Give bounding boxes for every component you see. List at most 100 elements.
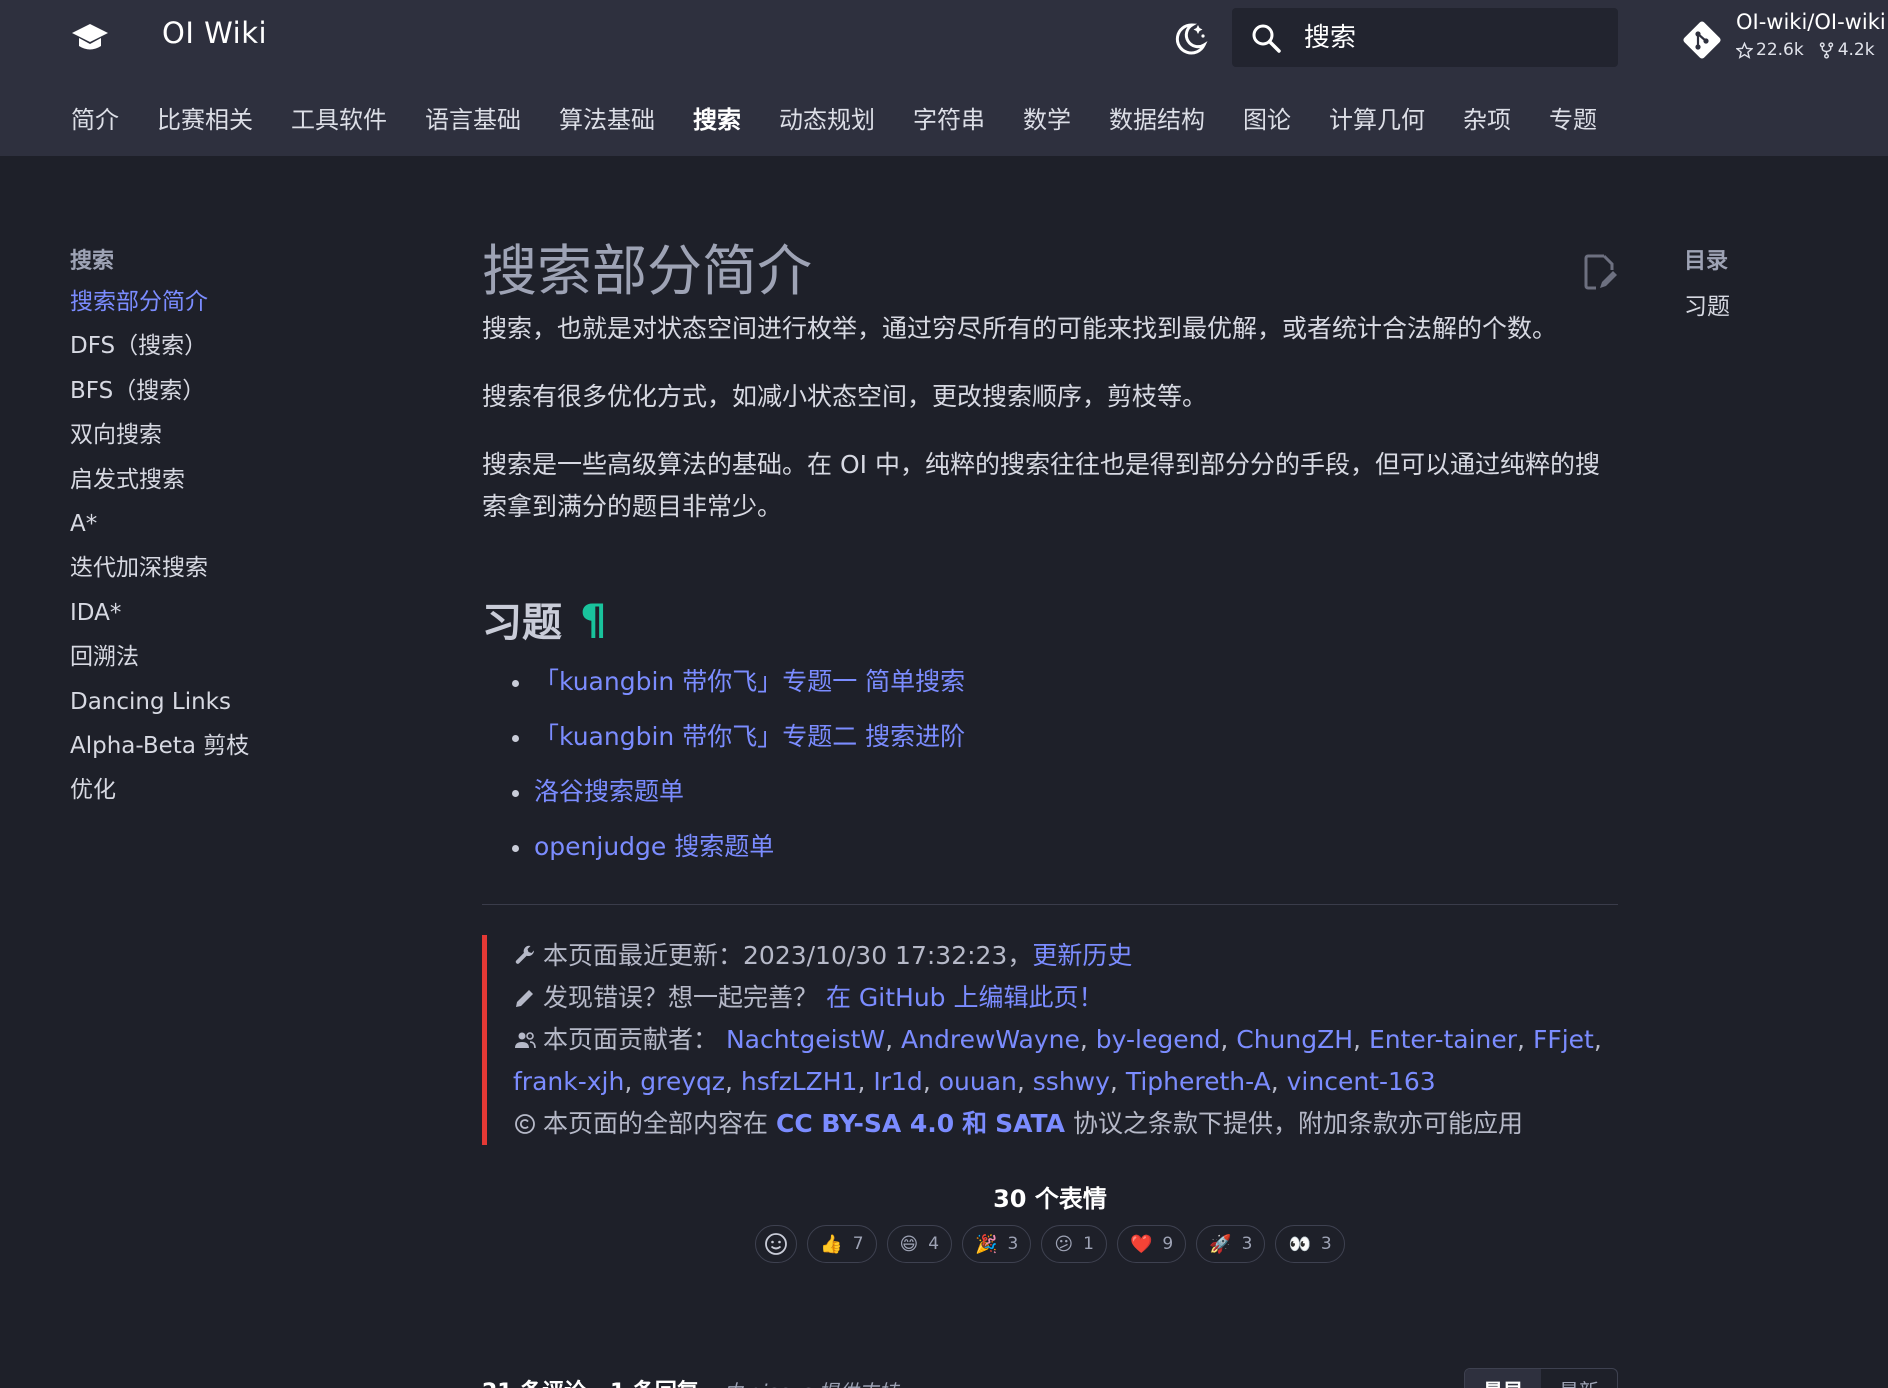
contributor-link[interactable]: FFjet — [1533, 1025, 1594, 1054]
search-input[interactable] — [1304, 18, 1604, 58]
cc-by-sa-link[interactable]: CC BY-SA 4.0 — [776, 1109, 954, 1138]
tab-geometry[interactable]: 计算几何 — [1310, 100, 1444, 135]
tab-math[interactable]: 数学 — [1004, 100, 1090, 135]
contributor-link[interactable]: Tiphereth-A — [1126, 1067, 1271, 1096]
reaction-rocket[interactable]: 🚀 3 — [1196, 1225, 1266, 1263]
contributor-link[interactable]: Ir1d — [873, 1067, 922, 1096]
license-suffix: 协议之条款下提供，附加条款亦可能应用 — [1072, 1109, 1523, 1138]
sort-newest-tab[interactable]: 最新 — [1541, 1369, 1617, 1388]
reaction-laugh[interactable]: 😄 4 — [886, 1225, 953, 1263]
problem-link[interactable]: 「kuangbin 带你飞」专题一 简单搜索 — [534, 667, 965, 696]
toc-item-problems[interactable]: 习题 — [1684, 287, 1874, 321]
sidebar-item-bidirectional[interactable]: 双向搜索 — [70, 421, 430, 465]
sidebar-item-intro[interactable]: 搜索部分简介 — [70, 288, 430, 332]
contributor-link[interactable]: Enter-tainer — [1369, 1025, 1517, 1054]
repo-link[interactable]: OI-wiki/OI-wiki 22.6k 4.2k — [1682, 8, 1886, 68]
history-link[interactable]: 更新历史 — [1032, 941, 1132, 970]
table-of-contents: 目录 习题 — [1684, 243, 1874, 321]
reaction-count: 3 — [1320, 1234, 1332, 1254]
people-icon — [515, 1032, 536, 1049]
meta-contributors-label: 本页面贡献者： — [543, 1025, 719, 1054]
sidebar-item-heuristic[interactable]: 启发式搜索 — [70, 466, 430, 510]
fork-icon — [1819, 41, 1833, 59]
list-item: 「kuangbin 带你飞」专题一 简单搜索 — [512, 662, 1618, 717]
comments-count: 21 条评论 · 1 条回复 – 由 giscus 提供支持 — [482, 1374, 898, 1388]
problem-list: 「kuangbin 带你飞」专题一 简单搜索 「kuangbin 带你飞」专题二… — [512, 662, 1618, 882]
contributor-link[interactable]: ChungZH — [1236, 1025, 1353, 1054]
contributor-link[interactable]: frank-xjh — [513, 1067, 624, 1096]
edit-on-github-link[interactable]: 在 GitHub 上编辑此页！ — [826, 983, 1104, 1012]
tab-ds[interactable]: 数据结构 — [1090, 100, 1224, 135]
search-box[interactable] — [1232, 8, 1618, 67]
dark-mode-toggle-icon[interactable] — [1170, 19, 1210, 59]
contributor-link[interactable]: hsfzLZH1 — [741, 1067, 858, 1096]
contributor-separator: , — [1079, 1025, 1096, 1054]
tab-topic[interactable]: 专题 — [1530, 100, 1616, 135]
main-content: 搜索部分简介 搜索，也就是对状态空间进行枚举，通过穷尽所有的可能来找到最优解，或… — [482, 236, 1618, 1388]
contributor-link[interactable]: vincent-163 — [1287, 1067, 1436, 1096]
tab-dp[interactable]: 动态规划 — [760, 100, 894, 135]
sidebar-item-alpha-beta[interactable]: Alpha-Beta 剪枝 — [70, 732, 430, 776]
giscus-credit[interactable]: – 由 giscus 提供支持 — [707, 1380, 899, 1388]
reaction-count: 3 — [1241, 1234, 1253, 1254]
comments-count-text: 21 条评论 · 1 条回复 — [482, 1380, 699, 1388]
top-bar: OI Wiki OI-wiki/OI-wiki — [0, 0, 1888, 78]
sort-oldest-tab[interactable]: 最早 — [1465, 1369, 1541, 1388]
reaction-thumbs-up[interactable]: 👍 7 — [807, 1225, 877, 1263]
party-popper-icon: 🎉 — [975, 1233, 998, 1255]
graduation-cap-icon[interactable] — [70, 20, 110, 56]
sidebar-item-optimization[interactable]: 优化 — [70, 776, 430, 820]
heading-anchor-link[interactable]: ¶ — [580, 595, 607, 644]
sidebar-item-dancing-links[interactable]: Dancing Links — [70, 688, 430, 732]
tab-intro[interactable]: 简介 — [52, 100, 138, 135]
repo-stars: 22.6k — [1736, 40, 1804, 60]
contributor-link[interactable]: sshwy — [1033, 1067, 1110, 1096]
paragraph: 搜索有很多优化方式，如减小状态空间，更改搜索顺序，剪枝等。 — [482, 382, 1208, 411]
reaction-confused[interactable]: 😕 1 — [1041, 1225, 1107, 1263]
paragraph: 搜索，也就是对状态空间进行枚举，通过穷尽所有的可能来找到最优解，或者统计合法解的… — [482, 314, 1558, 343]
sata-link[interactable]: SATA — [995, 1109, 1065, 1138]
sidebar-item-dfs[interactable]: DFS（搜索） — [70, 332, 430, 376]
sidebar-item-bfs[interactable]: BFS（搜索） — [70, 377, 430, 421]
problem-link[interactable]: 洛谷搜索题单 — [534, 777, 684, 806]
laugh-icon: 😄 — [899, 1233, 919, 1255]
reaction-heart[interactable]: ❤️ 9 — [1116, 1225, 1187, 1263]
contributor-link[interactable]: by-legend — [1096, 1025, 1221, 1054]
contributor-link[interactable]: greyqz — [640, 1067, 725, 1096]
tab-graph[interactable]: 图论 — [1224, 100, 1310, 135]
problem-link[interactable]: 「kuangbin 带你飞」专题二 搜索进阶 — [534, 722, 965, 751]
comment-sort-tabs: 最早 最新 — [1464, 1368, 1618, 1388]
meta-updated-label: 本页面最近更新： — [543, 941, 744, 970]
reaction-eyes[interactable]: 👀 3 — [1275, 1225, 1345, 1263]
reaction-hooray[interactable]: 🎉 3 — [962, 1225, 1032, 1263]
tab-string[interactable]: 字符串 — [894, 100, 1004, 135]
section-heading-text: 习题 — [482, 600, 562, 646]
site-title[interactable]: OI Wiki — [162, 16, 267, 50]
sidebar-title: 搜索 — [70, 249, 115, 274]
sidebar-item-astar[interactable]: A* — [70, 510, 430, 554]
repo-forks: 4.2k — [1818, 40, 1875, 60]
add-reaction-button[interactable] — [755, 1225, 798, 1263]
license-and: 和 — [962, 1109, 988, 1138]
sidebar-item-idastar[interactable]: IDA* — [70, 599, 430, 643]
reaction-count: 3 — [1007, 1234, 1019, 1254]
problem-link[interactable]: openjudge 搜索题单 — [534, 832, 774, 861]
tab-search[interactable]: 搜索 — [674, 100, 760, 135]
tab-contest[interactable]: 比赛相关 — [138, 100, 272, 135]
sidebar-item-iddfs[interactable]: 迭代加深搜索 — [70, 554, 430, 598]
edit-page-icon[interactable] — [1582, 252, 1618, 292]
list-item: 洛谷搜索题单 — [512, 772, 1618, 827]
sidebar-item-backtracking[interactable]: 回溯法 — [70, 643, 430, 687]
contributor-separator: , — [624, 1067, 641, 1096]
contributor-link[interactable]: AndrewWayne — [901, 1025, 1080, 1054]
site-header: OI Wiki OI-wiki/OI-wiki — [0, 0, 1888, 156]
tab-misc[interactable]: 杂项 — [1444, 100, 1530, 135]
star-icon — [1736, 41, 1753, 59]
reactions-title: 30 个表情 — [993, 1185, 1107, 1213]
section-heading-problems: 习题 ¶ — [482, 584, 1618, 654]
contributor-link[interactable]: ouuan — [939, 1067, 1017, 1096]
tab-basic[interactable]: 算法基础 — [540, 100, 674, 135]
tab-language[interactable]: 语言基础 — [406, 100, 540, 135]
contributor-link[interactable]: NachtgeistW — [726, 1025, 885, 1054]
tab-tools[interactable]: 工具软件 — [272, 100, 406, 135]
